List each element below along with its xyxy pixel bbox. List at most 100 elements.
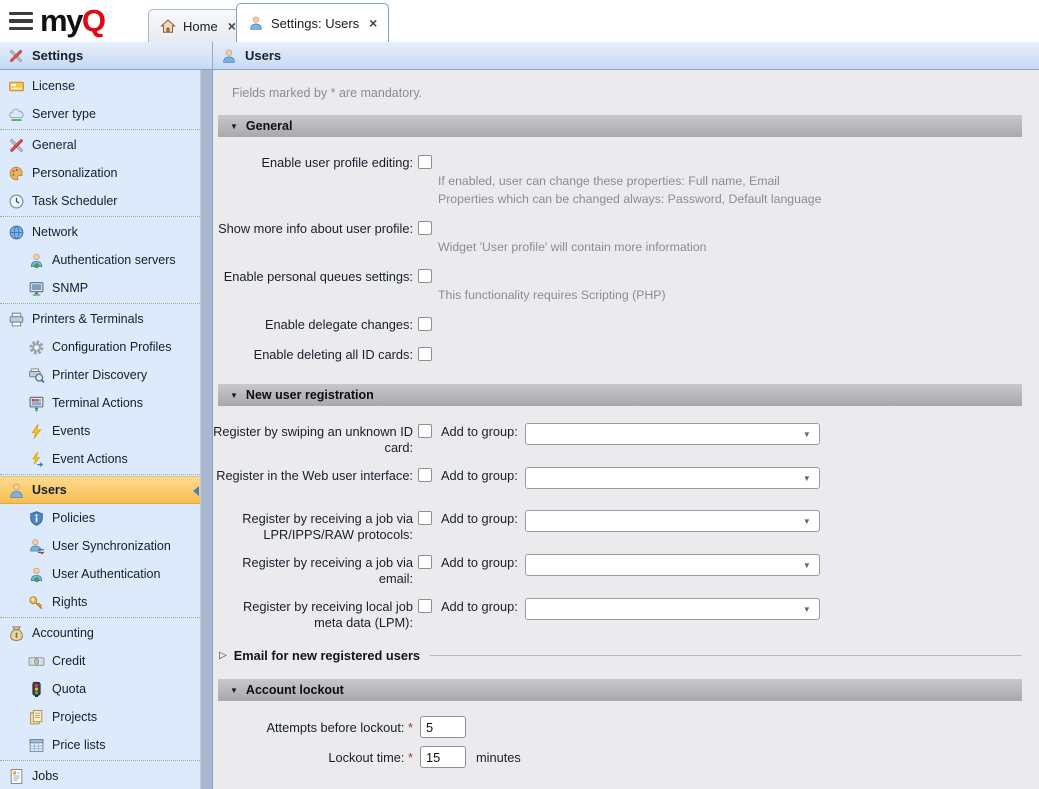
tools-icon bbox=[8, 48, 24, 64]
sidebar-item-event-actions[interactable]: Event Actions bbox=[0, 445, 200, 473]
sidebar-item-label: Network bbox=[32, 225, 78, 239]
checkbox-enable-delegate-changes[interactable] bbox=[418, 317, 432, 331]
sidebar-item-label: Terminal Actions bbox=[52, 396, 143, 410]
field-label: Enable delegate changes: bbox=[213, 316, 413, 333]
sidebar-item-license[interactable]: License bbox=[0, 72, 200, 100]
myq-settings-window: myQ Home × Settings: Users × Settings Us… bbox=[0, 0, 1039, 789]
home-icon bbox=[160, 18, 176, 34]
sidebar-item-printer-discovery[interactable]: Printer Discovery bbox=[0, 361, 200, 389]
gear-icon bbox=[28, 339, 45, 356]
add-to-group-dropdown[interactable]: ▼ bbox=[525, 510, 820, 532]
chevron-down-icon: ▼ bbox=[803, 517, 811, 526]
add-to-group-dropdown[interactable]: ▼ bbox=[525, 467, 820, 489]
mandatory-note: Fields marked by * are mandatory. bbox=[232, 86, 1039, 100]
tab-label: Home bbox=[183, 19, 218, 34]
sidebar-item-server-type[interactable]: Server type bbox=[0, 100, 200, 128]
field-label: Enable deleting all ID cards: bbox=[213, 346, 413, 363]
checkbox-enable-user-profile-editing[interactable] bbox=[418, 155, 432, 169]
section-header-general[interactable]: ▼ General bbox=[218, 115, 1022, 137]
terminal-icon bbox=[28, 395, 45, 412]
sidebar-item-label: Server type bbox=[32, 107, 96, 121]
add-to-group-label: Add to group: bbox=[441, 554, 518, 570]
sidebar-group-divider bbox=[0, 216, 200, 217]
sidebar-item-task-scheduler[interactable]: Task Scheduler bbox=[0, 187, 200, 215]
sidebar-item-policies[interactable]: Policies bbox=[0, 504, 200, 532]
cloud-icon bbox=[8, 106, 25, 123]
sidebar-item-label: Authentication servers bbox=[52, 253, 176, 267]
form-row-block: Enable delegate changes: bbox=[213, 316, 1039, 333]
tab-home[interactable]: Home × bbox=[148, 9, 248, 42]
field-label: Lockout time: * bbox=[213, 749, 413, 766]
sidebar-item-accounting[interactable]: Accounting bbox=[0, 619, 200, 647]
settings-users-panel: Fields marked by * are mandatory. ▼ Gene… bbox=[213, 70, 1039, 789]
checkbox-register-by-receiving-a-job-via-lpr-ipps-raw-protocols[interactable] bbox=[418, 511, 432, 525]
section-title: Account lockout bbox=[246, 683, 344, 697]
sidebar-item-users[interactable]: Users bbox=[0, 476, 200, 504]
sidebar-title: Settings bbox=[32, 48, 83, 63]
main-header: Users bbox=[213, 42, 1039, 69]
user-sync-icon bbox=[28, 538, 45, 555]
sidebar-item-quota[interactable]: Quota bbox=[0, 675, 200, 703]
lockout-time-input[interactable] bbox=[420, 746, 466, 768]
sidebar-item-jobs[interactable]: Jobs bbox=[0, 762, 200, 789]
add-to-group-dropdown[interactable]: ▼ bbox=[525, 423, 820, 445]
logo-text-q: Q bbox=[82, 3, 105, 38]
sidebar-item-user-authentication[interactable]: User Authentication bbox=[0, 560, 200, 588]
sidebar-item-price-lists[interactable]: Price lists bbox=[0, 731, 200, 759]
checkbox-enable-deleting-all-id-cards[interactable] bbox=[418, 347, 432, 361]
attempts-before-lockout-input[interactable] bbox=[420, 716, 466, 738]
globe-icon bbox=[8, 224, 25, 241]
sidebar-item-snmp[interactable]: SNMP bbox=[0, 274, 200, 302]
sidebar-splitter[interactable] bbox=[200, 70, 213, 789]
chevron-expanded-icon: ▼ bbox=[230, 686, 238, 695]
required-asterisk: * bbox=[408, 720, 413, 735]
sidebar-item-general[interactable]: General bbox=[0, 131, 200, 159]
sidebar-item-terminal-actions[interactable]: Terminal Actions bbox=[0, 389, 200, 417]
printer-icon bbox=[8, 311, 25, 328]
registration-rows: Register by swiping an unknown ID card:A… bbox=[213, 406, 1039, 644]
sidebar-item-credit[interactable]: Credit bbox=[0, 647, 200, 675]
selected-item-arrow-icon bbox=[193, 486, 199, 496]
sidebar-item-printers-terminals[interactable]: Printers & Terminals bbox=[0, 305, 200, 333]
checkbox-register-by-receiving-local-job-meta-data-lpm[interactable] bbox=[418, 599, 432, 613]
sidebar-item-user-synchronization[interactable]: User Synchronization bbox=[0, 532, 200, 560]
registration-row: Register in the Web user interface:Add t… bbox=[213, 467, 1039, 499]
lockout-row: Attempts before lockout: * bbox=[213, 716, 1039, 738]
field-suffix: minutes bbox=[476, 750, 521, 765]
checkbox-show-more-info-about-user-profile[interactable] bbox=[418, 221, 432, 235]
checkbox-register-in-the-web-user-interface[interactable] bbox=[418, 468, 432, 482]
sidebar-item-personalization[interactable]: Personalization bbox=[0, 159, 200, 187]
topbar: myQ Home × Settings: Users × bbox=[0, 0, 1039, 42]
required-asterisk: * bbox=[408, 750, 413, 765]
sidebar-item-rights[interactable]: Rights bbox=[0, 588, 200, 616]
add-to-group-dropdown[interactable]: ▼ bbox=[525, 554, 820, 576]
myq-logo[interactable]: myQ bbox=[40, 1, 104, 41]
sidebar-item-label: Printer Discovery bbox=[52, 368, 147, 382]
header-gap bbox=[200, 42, 213, 69]
field-label: Show more info about user profile: bbox=[213, 220, 413, 237]
form-row-block: Enable deleting all ID cards: bbox=[213, 346, 1039, 363]
license-icon bbox=[8, 78, 25, 95]
tab-close-icon[interactable]: × bbox=[228, 19, 236, 33]
sidebar-item-projects[interactable]: Projects bbox=[0, 703, 200, 731]
checkbox-enable-personal-queues-settings[interactable] bbox=[418, 269, 432, 283]
sidebar-item-events[interactable]: Events bbox=[0, 417, 200, 445]
form-row-block: Enable user profile editing:If enabled, … bbox=[213, 154, 1039, 207]
checkbox-register-by-swiping-an-unknown-id-card[interactable] bbox=[418, 424, 432, 438]
add-to-group-dropdown[interactable]: ▼ bbox=[525, 598, 820, 620]
section-header-new-user-registration[interactable]: ▼ New user registration bbox=[218, 384, 1022, 406]
sidebar-item-network[interactable]: Network bbox=[0, 218, 200, 246]
field-hint: If enabled, user can change these proper… bbox=[438, 174, 1039, 189]
sidebar-item-label: Credit bbox=[52, 654, 85, 668]
sidebar-item-label: Policies bbox=[52, 511, 95, 525]
tab-close-icon[interactable]: × bbox=[369, 16, 377, 30]
checkbox-register-by-receiving-a-job-via-email[interactable] bbox=[418, 555, 432, 569]
section-header-account-lockout[interactable]: ▼ Account lockout bbox=[218, 679, 1022, 701]
logo-text-my: my bbox=[40, 3, 82, 38]
sidebar-item-authentication-servers[interactable]: Authentication servers bbox=[0, 246, 200, 274]
field-label: Register by receiving local job meta dat… bbox=[213, 598, 413, 631]
email-for-new-registered-users-toggle[interactable]: ▷ Email for new registered users bbox=[219, 648, 1022, 663]
menu-hamburger-icon[interactable] bbox=[9, 12, 33, 30]
tab-settings-users[interactable]: Settings: Users × bbox=[236, 3, 389, 42]
sidebar-item-configuration-profiles[interactable]: Configuration Profiles bbox=[0, 333, 200, 361]
